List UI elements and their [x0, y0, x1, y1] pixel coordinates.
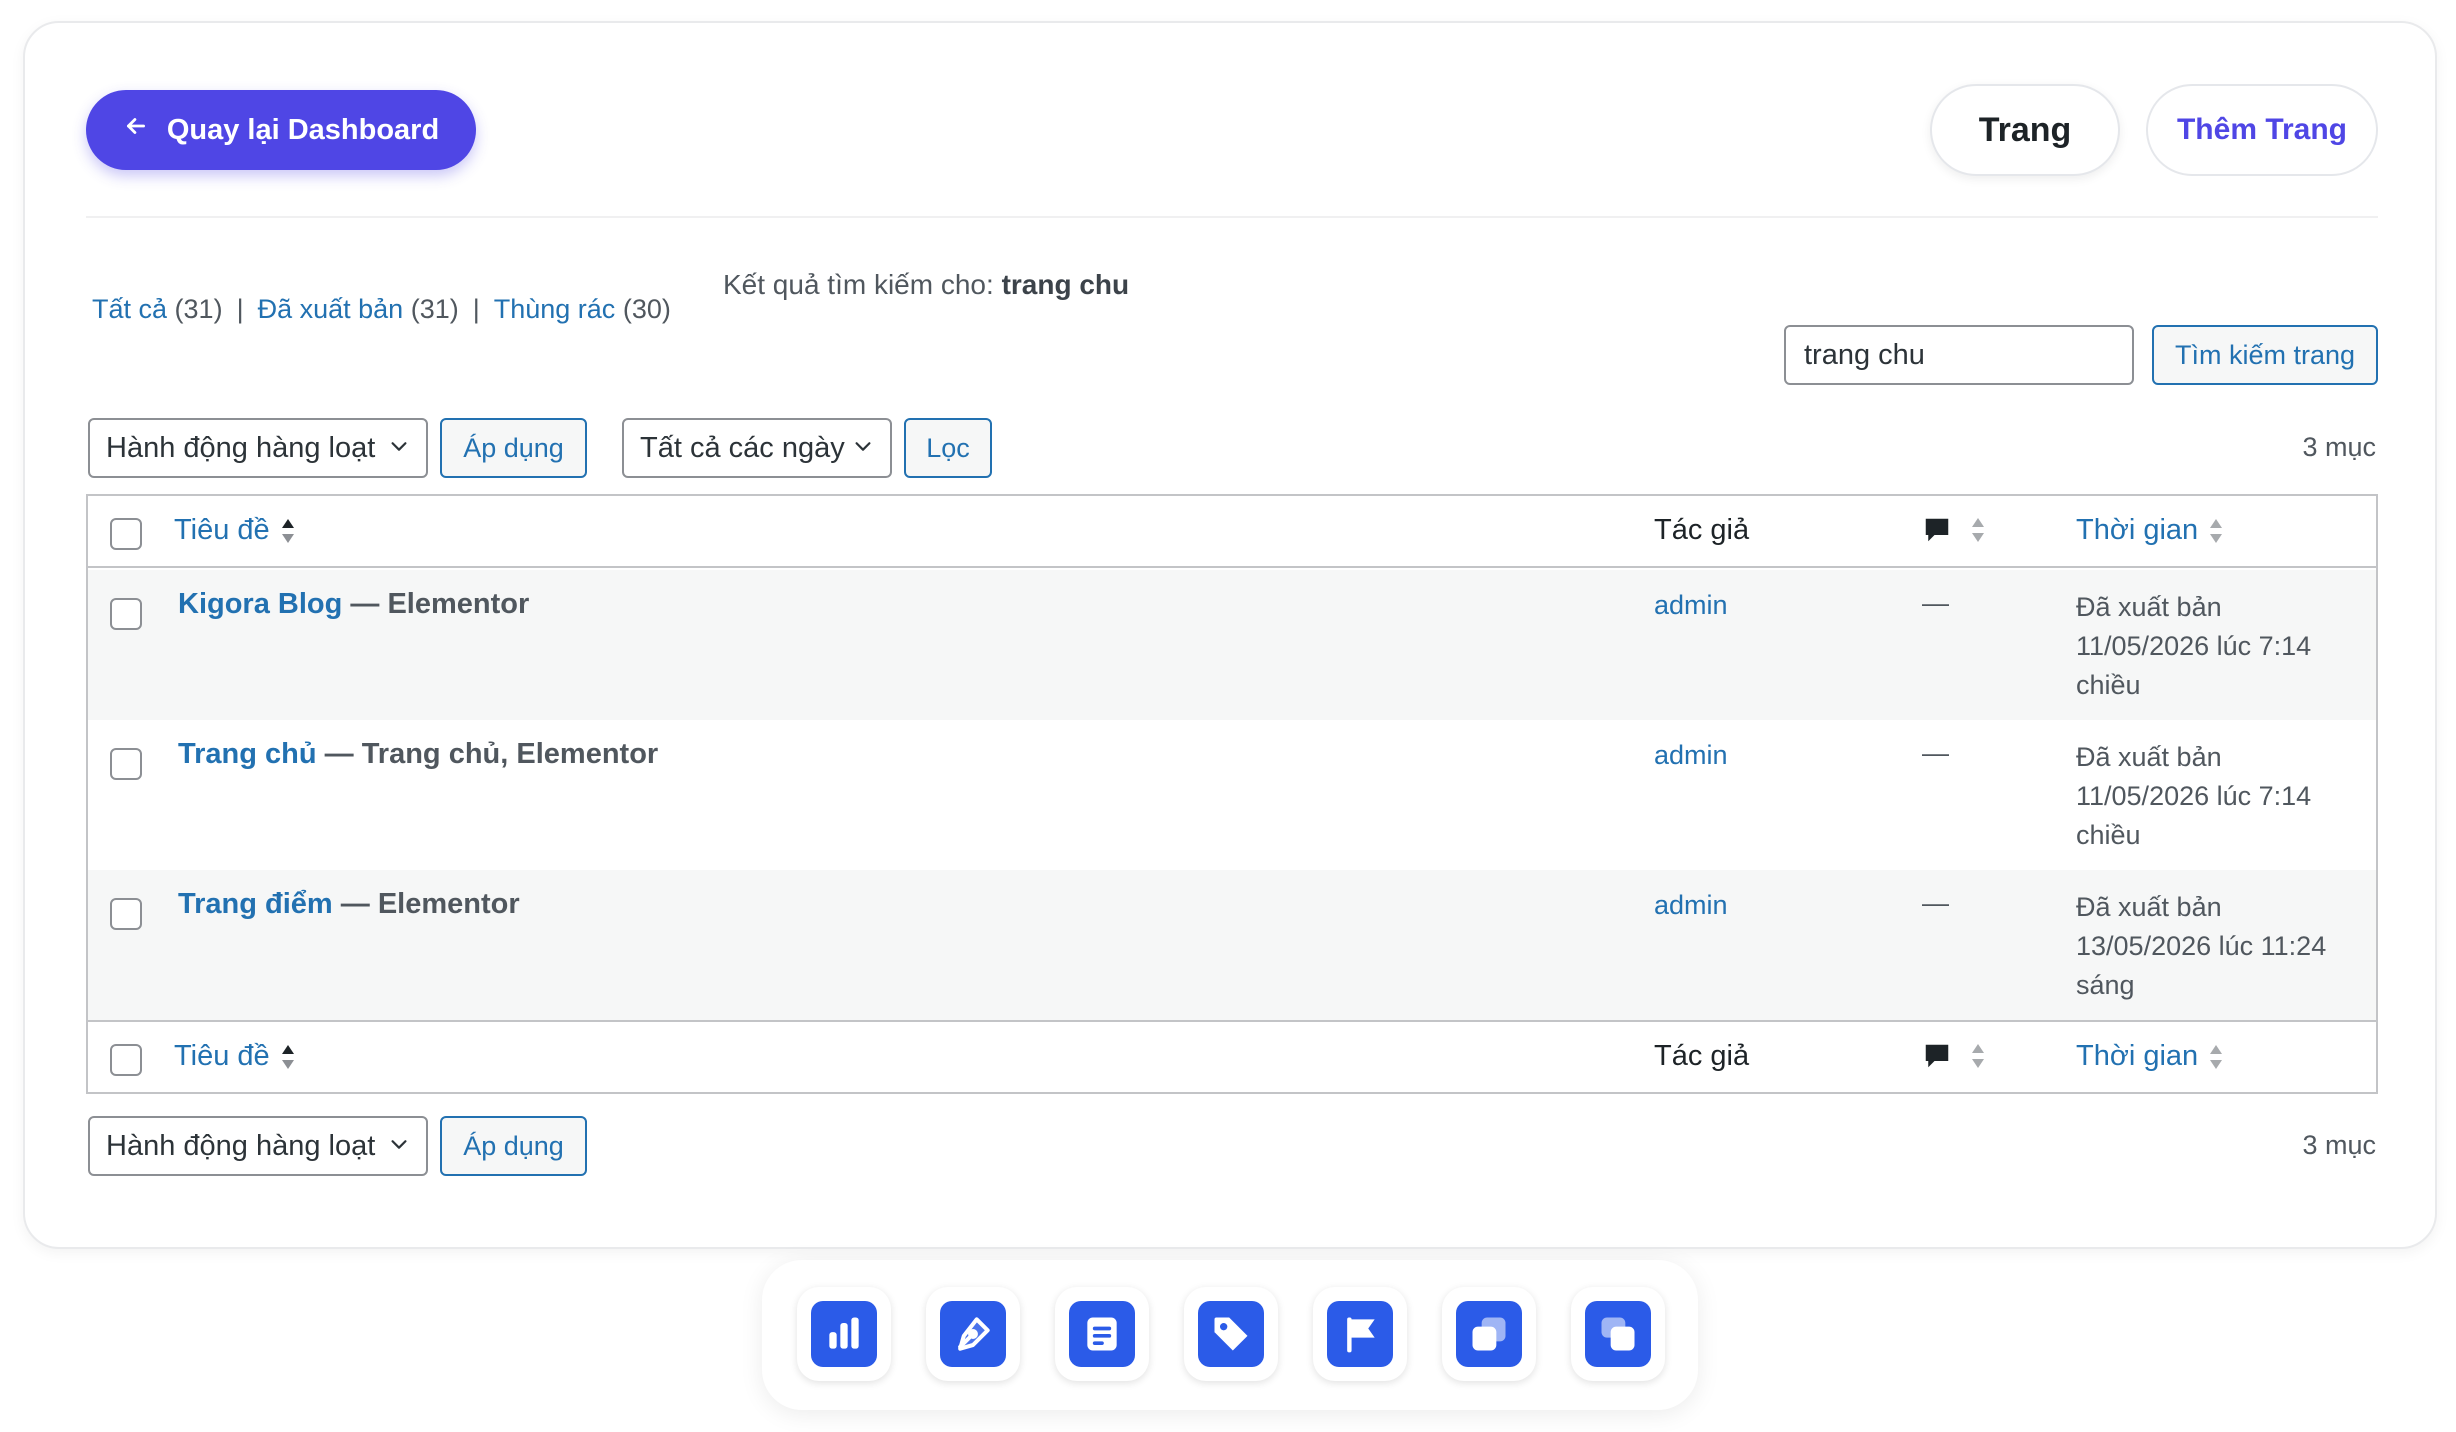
pen-icon: [940, 1301, 1006, 1367]
copy-icon: [1456, 1301, 1522, 1367]
page-title-link[interactable]: Trang chủ: [178, 738, 317, 770]
date-cell: Đã xuất bản 11/05/2026 lúc 7:14 chiều: [2076, 742, 2312, 850]
page-title-cell: Trang chủ — Trang chủ, Elementor: [178, 738, 659, 770]
row-checkbox[interactable]: [110, 748, 142, 780]
row-checkbox[interactable]: [110, 598, 142, 630]
author-column-header: Tác giả: [1654, 514, 1750, 546]
item-count-top: 3 mục: [2302, 432, 2376, 462]
dock-stats-button[interactable]: [797, 1287, 891, 1381]
search-result-heading: Kết quả tìm kiếm cho: trang chu: [723, 269, 1130, 300]
view-trash-link[interactable]: Thùng rác (30): [494, 294, 671, 325]
back-button-label: Quay lại Dashboard: [166, 113, 440, 146]
sort-icon: [2208, 1041, 2224, 1073]
view-separator: |: [236, 294, 244, 324]
table-footer: Tiêu đề Tác giả Thời gian: [88, 1020, 2376, 1092]
dock-messages-button[interactable]: [1571, 1287, 1665, 1381]
sort-icon: [280, 515, 296, 547]
view-all-link[interactable]: Tất cả (31): [92, 294, 223, 325]
chevron-down-icon: [388, 1130, 410, 1163]
chat-icon: [1585, 1301, 1651, 1367]
document-icon: [1069, 1301, 1135, 1367]
author-link[interactable]: admin: [1654, 590, 1728, 621]
select-all-checkbox[interactable]: [110, 518, 142, 550]
chevron-down-icon: [852, 432, 874, 465]
sort-by-title[interactable]: Tiêu đề: [174, 1040, 296, 1073]
view-published-link[interactable]: Đã xuất bản (31): [258, 294, 459, 325]
header-divider: [86, 216, 2378, 218]
bottom-dock: [762, 1260, 1698, 1410]
comment-count: —: [1922, 738, 1949, 768]
filter-button[interactable]: Lọc: [904, 418, 992, 478]
page-title-link[interactable]: Kigora Blog: [178, 588, 342, 620]
search-input[interactable]: trang chu: [1784, 325, 2134, 385]
dates-filter-select[interactable]: Tất cả các ngày: [622, 418, 892, 478]
author-column-header: Tác giả: [1654, 1040, 1750, 1072]
view-separator: |: [472, 294, 480, 324]
select-all-checkbox[interactable]: [110, 1044, 142, 1076]
page-title-link[interactable]: Trang điểm: [178, 888, 333, 920]
dock-pages-button[interactable]: [1055, 1287, 1149, 1381]
table-row: Kigora Blog — Elementor admin — Đã xuất …: [88, 570, 2376, 720]
sort-by-date[interactable]: Thời gian: [2076, 514, 2224, 547]
comment-bubble-icon: [1922, 1041, 1952, 1071]
row-checkbox[interactable]: [110, 898, 142, 930]
flag-icon: [1327, 1301, 1393, 1367]
sort-by-date[interactable]: Thời gian: [2076, 1040, 2224, 1073]
comment-count: —: [1922, 588, 1949, 618]
page-title-cell: Trang điểm — Elementor: [178, 888, 520, 920]
pages-table: Tiêu đề Tác giả Thời gian Kigora Blog — …: [86, 494, 2378, 1094]
dock-write-button[interactable]: [926, 1287, 1020, 1381]
tag-icon: [1198, 1301, 1264, 1367]
search-query: trang chu: [1001, 269, 1130, 300]
author-link[interactable]: admin: [1654, 740, 1728, 771]
chevron-down-icon: [388, 432, 410, 465]
page-title-cell: Kigora Blog — Elementor: [178, 588, 530, 620]
sort-icon: [2208, 515, 2224, 547]
comment-bubble-icon: [1922, 515, 1952, 545]
comment-count: —: [1922, 888, 1949, 918]
sort-icon: [280, 1041, 296, 1073]
sort-by-comments[interactable]: [1922, 1040, 1986, 1072]
arrow-left-icon: [123, 113, 149, 147]
author-link[interactable]: admin: [1654, 890, 1728, 921]
item-count-bottom: 3 mục: [2302, 1130, 2376, 1160]
table-row: Trang chủ — Trang chủ, Elementor admin —…: [88, 720, 2376, 870]
chart-icon: [811, 1301, 877, 1367]
dock-copy-button[interactable]: [1442, 1287, 1536, 1381]
pages-button[interactable]: Trang: [1930, 84, 2120, 176]
date-cell: Đã xuất bản 11/05/2026 lúc 7:14 chiều: [2076, 592, 2312, 700]
add-page-button[interactable]: Thêm Trang: [2146, 84, 2378, 176]
apply-button-bottom[interactable]: Áp dụng: [440, 1116, 587, 1176]
sort-icon: [1970, 1040, 1986, 1072]
sort-icon: [1970, 514, 1986, 546]
back-to-dashboard-button[interactable]: Quay lại Dashboard: [86, 90, 476, 170]
date-cell: Đã xuất bản 13/05/2026 lúc 11:24 sáng: [2076, 892, 2327, 1000]
main-card: Quay lại Dashboard Trang Thêm Trang Tất …: [23, 21, 2437, 1249]
search-pages-button[interactable]: Tìm kiếm trang: [2152, 325, 2378, 385]
sort-by-title[interactable]: Tiêu đề: [174, 514, 296, 547]
apply-button[interactable]: Áp dụng: [440, 418, 587, 478]
bulk-action-select-bottom[interactable]: Hành động hàng loạt: [88, 1116, 428, 1176]
dock-flag-button[interactable]: [1313, 1287, 1407, 1381]
table-header: Tiêu đề Tác giả Thời gian: [88, 496, 2376, 568]
bulk-action-select[interactable]: Hành động hàng loạt: [88, 418, 428, 478]
dock-tags-button[interactable]: [1184, 1287, 1278, 1381]
sort-by-comments[interactable]: [1922, 514, 1986, 546]
table-row: Trang điểm — Elementor admin — Đã xuất b…: [88, 870, 2376, 1020]
view-filters: Tất cả (31) | Đã xuất bản (31) | Thùng r…: [92, 294, 671, 325]
